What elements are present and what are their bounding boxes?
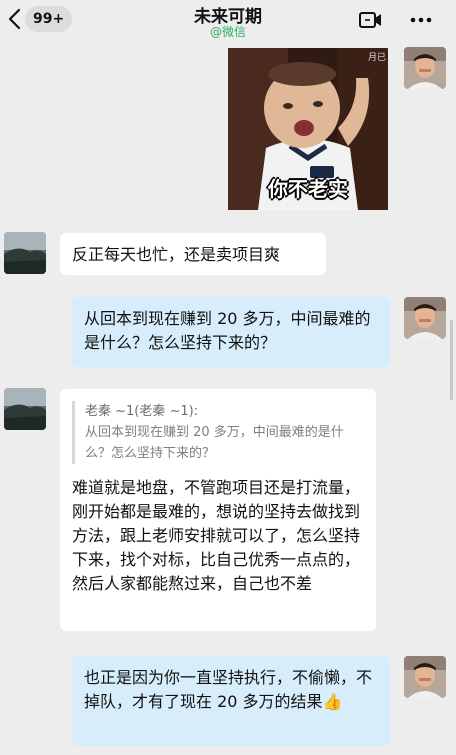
my-avatar[interactable] [404,656,446,698]
message-bubble[interactable]: 老秦 ~1(老秦 ~1): 从回本到现在赚到 20 多万，中间最难的是什么？怎么… [60,389,376,631]
sticker-image[interactable]: 月已 你不老实 [228,48,388,210]
my-avatar[interactable] [404,297,446,339]
avatar-man-picture [404,656,446,698]
contact-avatar[interactable] [4,388,46,430]
my-avatar[interactable] [404,47,446,89]
quoted-message[interactable]: 老秦 ~1(老秦 ~1): 从回本到现在赚到 20 多万，中间最难的是什么？怎么… [72,401,364,464]
message-text: 也正是因为你一直坚持执行，不偷懒，不掉队，才有了现在 20 多万的结果👍 [84,668,373,711]
avatar-man-picture [404,297,446,339]
contact-avatar[interactable] [4,232,46,274]
message-bubble[interactable]: 从回本到现在赚到 20 多万，中间最难的是什么？怎么坚持下来的？ [72,297,390,367]
video-call-icon [359,12,381,28]
video-call-button[interactable] [358,10,384,30]
avatar-landscape-picture [4,388,46,430]
sticker-caption: 你不老实 [268,177,348,201]
message-text: 从回本到现在赚到 20 多万，中间最难的是什么？怎么坚持下来的？ [84,309,371,352]
avatar-landscape-picture [4,232,46,274]
chat-header: 99+ 未来可期 @微信 [0,0,456,42]
more-icon [410,17,432,23]
chat-subtitle: @微信 [209,25,246,39]
sticker-watermark: 月已 [367,53,386,63]
quoted-author: 老秦 ~1(老秦 ~1): [85,404,199,419]
message-text: 反正每天也忙，还是卖项目爽 [72,245,281,264]
message-text: 难道就是地盘，不管跑项目还是打流量，刚开始都是最难的，想说的坚持去做找到方法，跟… [72,478,361,593]
more-button[interactable] [408,10,434,30]
quoted-text: 从回本到现在赚到 20 多万，中间最难的是什么？怎么坚持下来的？ [85,425,344,461]
avatar-man-picture [404,47,446,89]
scrollbar[interactable] [450,320,453,400]
message-bubble[interactable]: 也正是因为你一直坚持执行，不偷懒，不掉队，才有了现在 20 多万的结果👍 [72,656,390,746]
message-bubble[interactable]: 反正每天也忙，还是卖项目爽 [60,233,326,275]
